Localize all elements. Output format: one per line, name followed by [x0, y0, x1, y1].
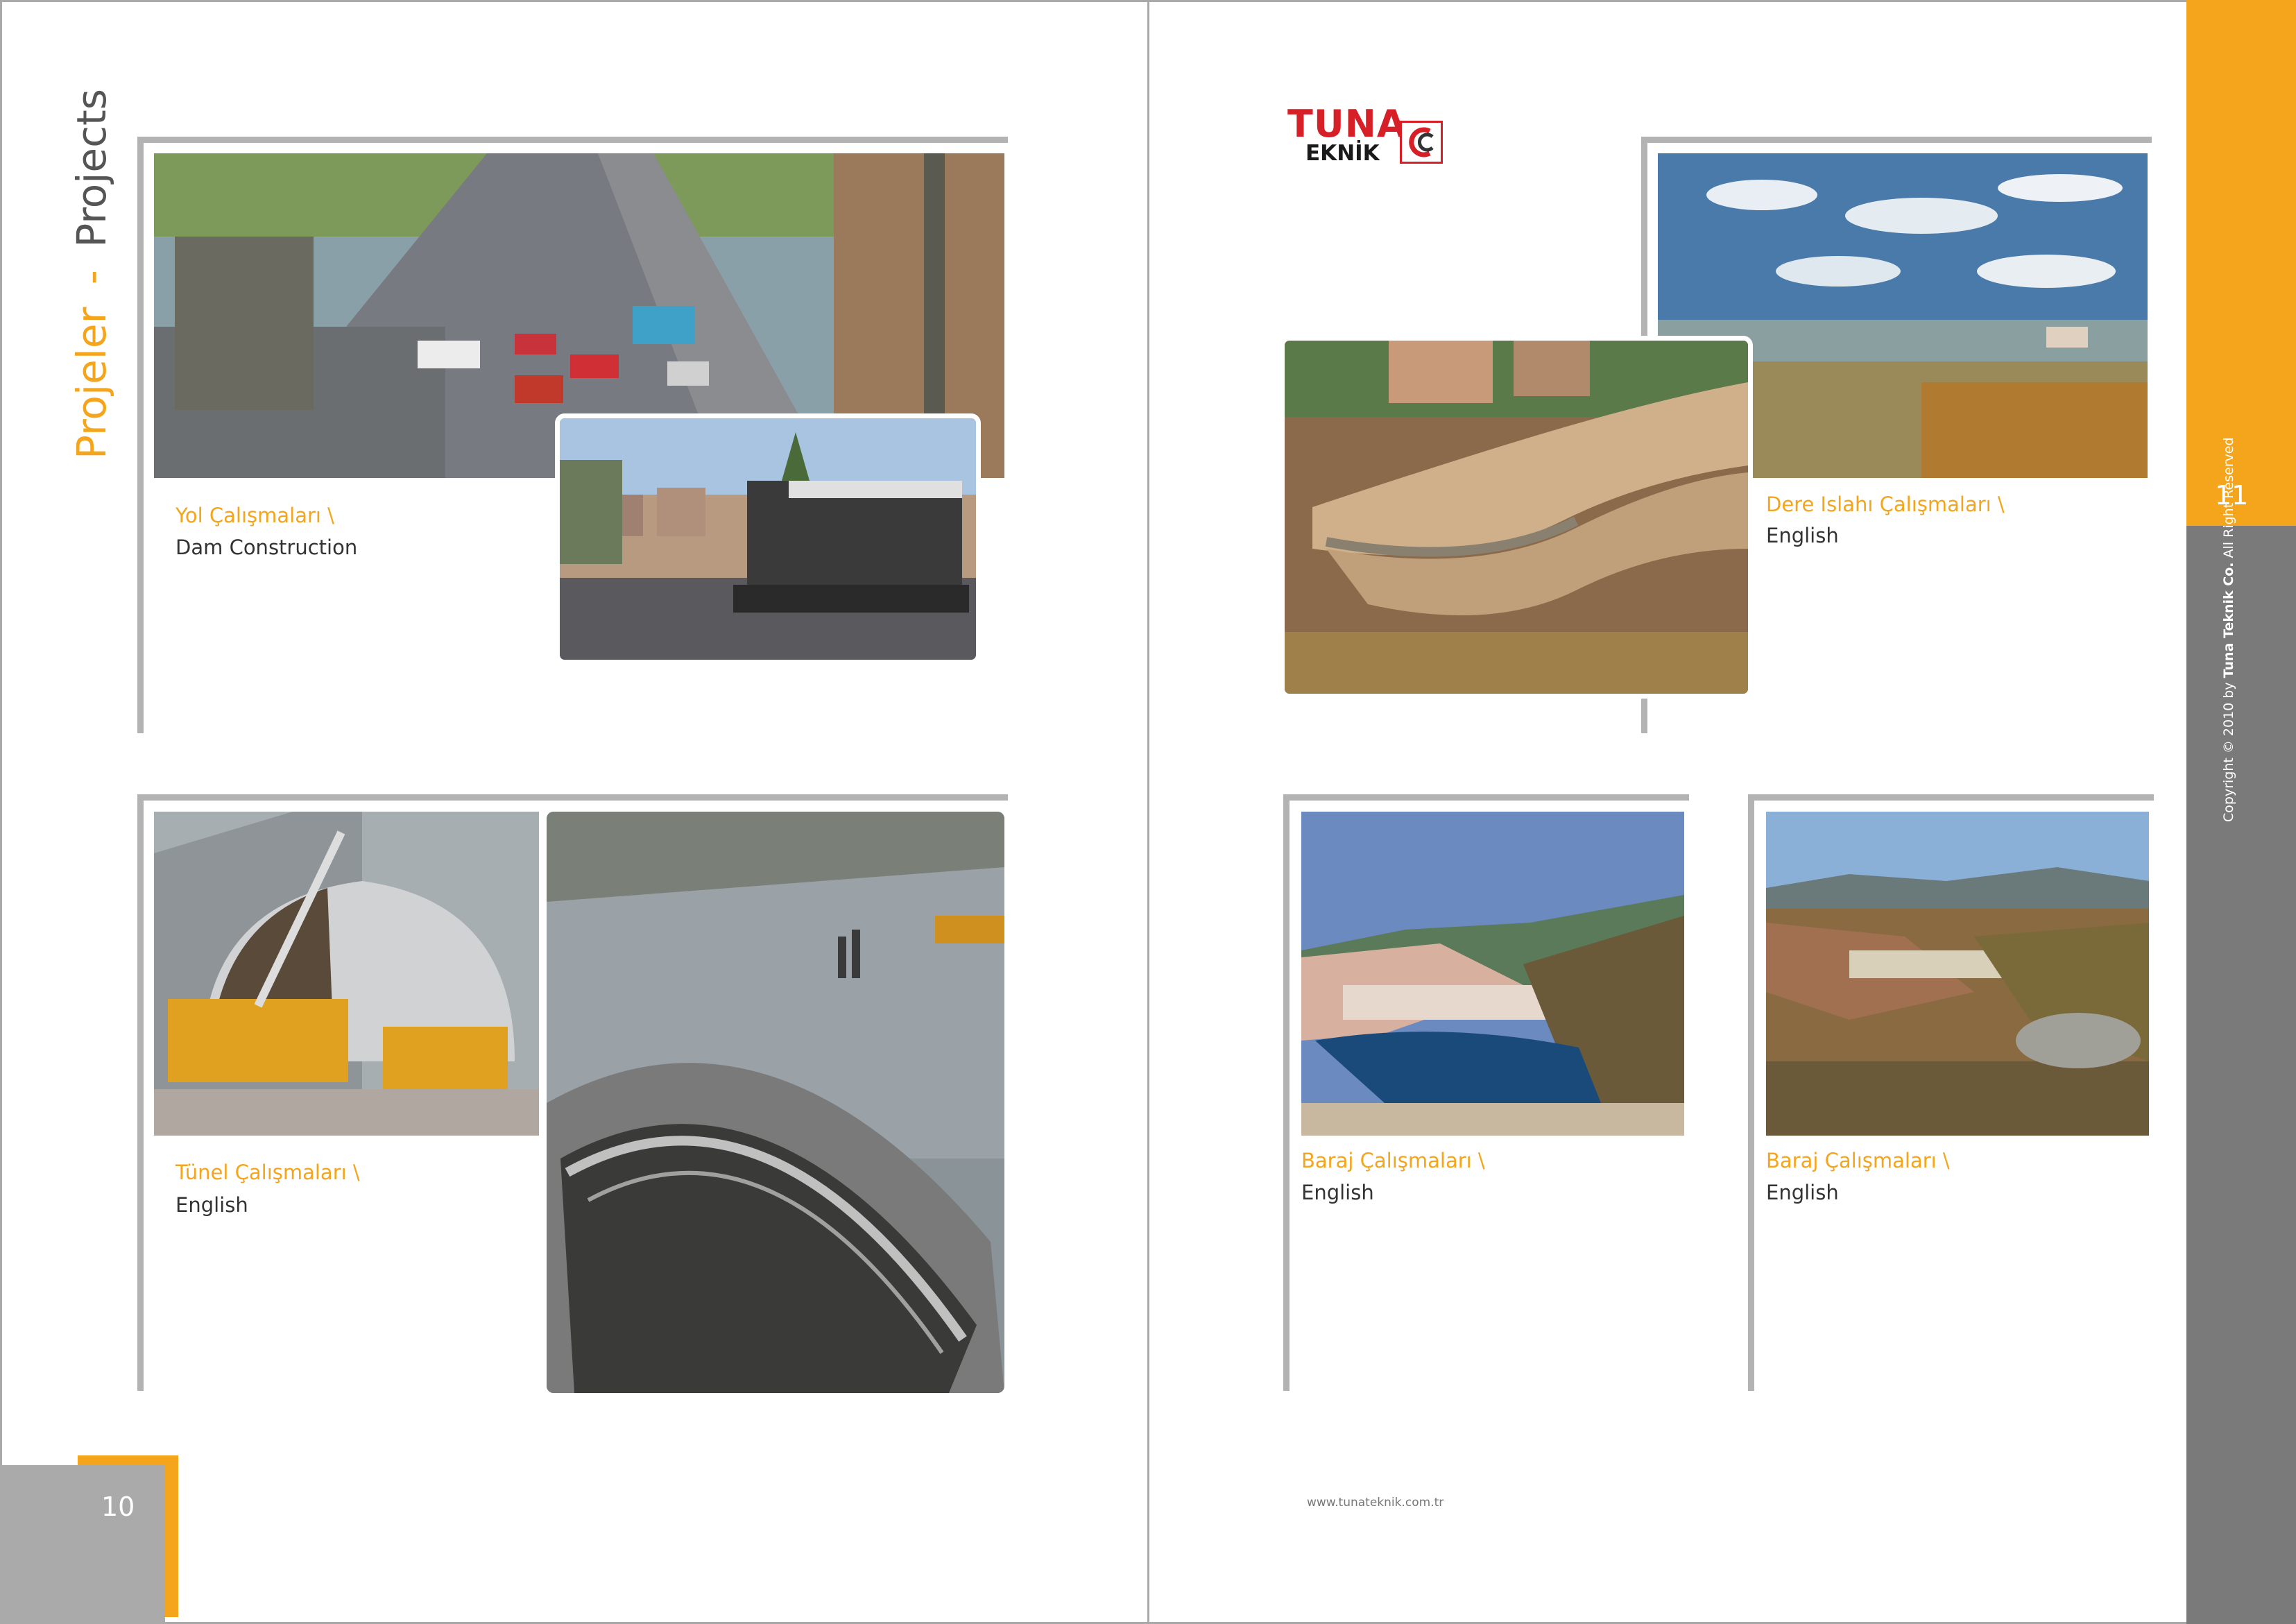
- right-sidebar-gray: [2186, 526, 2296, 1624]
- tuna-teknik-logo: TUNA EKNİK: [1287, 105, 1454, 175]
- section-dam1-bracket-left: [1283, 794, 1290, 1391]
- logo-eknik: EKNİK: [1305, 141, 1380, 166]
- asphalt-paver-photo: [555, 413, 981, 665]
- copyright-suffix: All Right Reserved: [2221, 437, 2236, 563]
- road-caption-en: Dam Construction: [175, 536, 358, 559]
- title-sep: -: [68, 270, 115, 285]
- copyright-prefix: Copyright © 2010 by: [2221, 678, 2236, 822]
- title-tr: Projeler: [68, 307, 115, 459]
- left-page-number: 10: [101, 1491, 135, 1522]
- section-dam1-bracket-top: [1283, 794, 1689, 801]
- section-dam2-bracket-top: [1748, 794, 2154, 801]
- dam1-caption-en: English: [1301, 1181, 1374, 1204]
- right-sidebar-accent: [2186, 0, 2296, 526]
- tunnel-formwork-photo: [154, 812, 539, 1136]
- copyright-notice: Copyright © 2010 by Tuna Teknik Co. All …: [2221, 437, 2236, 822]
- title-en: Projects: [68, 89, 115, 248]
- road-caption-tr: Yol Çalışmaları \: [175, 504, 334, 527]
- vertical-title: Projeler - Projects: [68, 89, 115, 459]
- logo-emblem-icon: [1400, 121, 1443, 164]
- stream-channel-photo: [1280, 336, 1753, 699]
- dam2-caption-tr: Baraj Çalışmaları \: [1766, 1149, 1950, 1172]
- dam1-caption-tr: Baraj Çalışmaları \: [1301, 1149, 1485, 1172]
- dam-construction-photo: [1766, 812, 2149, 1136]
- section-dam2-bracket-left: [1748, 794, 1754, 1391]
- section-road-bracket-left: [137, 137, 144, 733]
- website-link[interactable]: www.tunateknik.com.tr: [1307, 1496, 1443, 1510]
- section-stream-bracket-top: [1641, 137, 2152, 143]
- logo-tuna: TUNA: [1287, 102, 1407, 146]
- section-road-bracket-top: [137, 137, 1008, 143]
- page-number-block: [0, 1465, 165, 1624]
- tunnel-caption-en: English: [175, 1193, 248, 1217]
- dam2-caption-en: English: [1766, 1181, 1839, 1204]
- stream-caption-tr: Dere Islahı Çalışmaları \: [1766, 493, 2005, 516]
- section-tunnel-bracket-left: [137, 794, 144, 1391]
- stream-caption-en: English: [1766, 524, 1839, 547]
- tunnel-arch-photo: [547, 812, 1004, 1393]
- section-tunnel-bracket-top: [137, 794, 1008, 801]
- dam-lake-photo: [1301, 812, 1684, 1136]
- copyright-company: Tuna Teknik Co.: [2221, 562, 2236, 678]
- tunnel-caption-tr: Tünel Çalışmaları \: [175, 1161, 360, 1184]
